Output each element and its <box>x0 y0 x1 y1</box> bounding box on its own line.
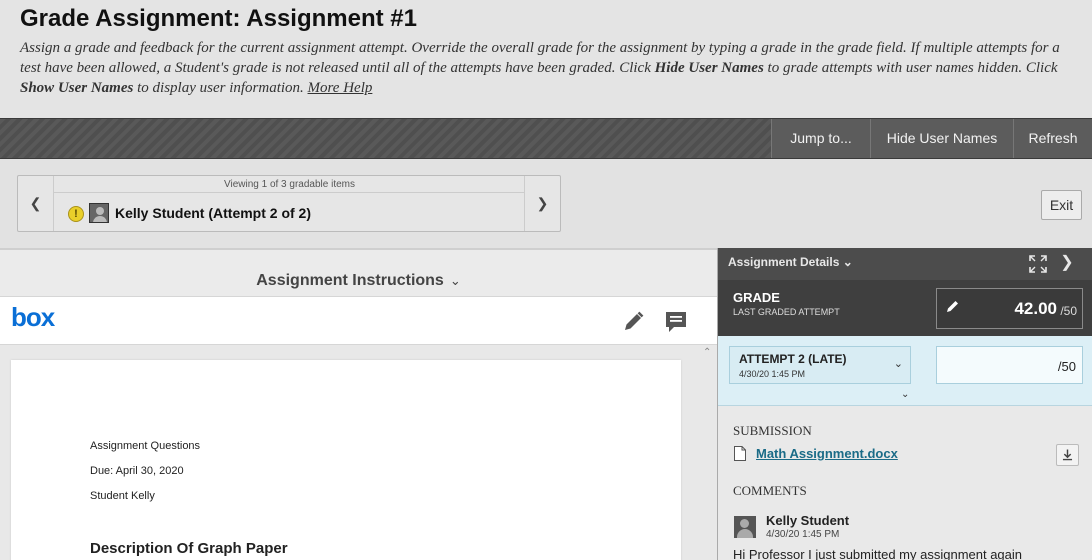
document-line: Due: April 30, 2020 <box>90 465 184 477</box>
description-text: to grade attempts with user names hidden… <box>763 60 1058 76</box>
needs-grading-icon: ! <box>68 206 84 222</box>
scroll-up-icon[interactable]: ⌃ <box>703 347 711 358</box>
chevron-right-icon: ❯ <box>536 195 549 211</box>
attempt-section: ATTEMPT 2 (LATE) 4/30/20 1:45 PM ⌄ /50 ⌄ <box>718 336 1092 406</box>
attempt-name: ATTEMPT 2 (LATE) <box>739 352 847 366</box>
jump-to-button[interactable]: Jump to... <box>771 119 870 158</box>
exit-button[interactable]: Exit <box>1041 190 1082 220</box>
document-scroll-area[interactable]: ⌃ Assignment Questions Due: April 30, 20… <box>0 345 717 560</box>
grade-value: 42.00 <box>1014 299 1057 318</box>
more-help-link[interactable]: More Help <box>308 80 373 96</box>
attempt-total: /50 <box>1057 359 1076 374</box>
document-line: Assignment Questions <box>90 440 201 452</box>
page-description: Assign a grade and feedback for the curr… <box>20 38 1080 98</box>
grade-label: GRADE <box>733 290 780 305</box>
details-header: Assignment Details ⌄ ❯ <box>718 248 1092 280</box>
document-line: Student Kelly <box>90 490 155 502</box>
expand-attempt-icon[interactable]: ⌄ <box>901 389 909 400</box>
commenter-avatar <box>734 516 756 538</box>
gradable-items-count: Viewing 1 of 3 gradable items <box>223 179 355 190</box>
comment-icon[interactable] <box>663 309 689 335</box>
submission-file-link[interactable]: Math Assignment.docx <box>756 446 898 461</box>
page-header: Grade Assignment: Assignment #1 Assign a… <box>0 0 1092 118</box>
attempt-selector[interactable]: ATTEMPT 2 (LATE) 4/30/20 1:45 PM ⌄ <box>729 346 911 384</box>
document-page: Assignment Questions Due: April 30, 2020… <box>11 360 681 560</box>
chevron-down-icon: ⌄ <box>449 273 461 288</box>
attempt-grade-input[interactable]: /50 <box>936 346 1083 384</box>
student-avatar <box>89 203 109 223</box>
description-hide-names: Hide User Names <box>654 60 764 76</box>
collapse-panel-icon[interactable]: ❯ <box>1058 253 1076 273</box>
student-navigator: ❮ Viewing 1 of 3 gradable items ! Kelly … <box>17 175 561 232</box>
previous-student-button[interactable]: ❮ <box>18 176 54 231</box>
refresh-button[interactable]: Refresh <box>1013 119 1092 158</box>
grade-section: GRADE LAST GRADED ATTEMPT 42.00 /50 <box>718 280 1092 336</box>
description-text: to display user information. <box>133 80 308 96</box>
instructions-label: Assignment Instructions <box>256 272 444 289</box>
grade-total: /50 <box>1060 304 1077 318</box>
viewer-toolbar: box <box>0 296 717 345</box>
assignment-instructions-toggle[interactable]: Assignment Instructions ⌄ <box>0 266 717 296</box>
next-student-button[interactable]: ❯ <box>524 176 560 231</box>
expand-icon[interactable] <box>1028 254 1048 274</box>
pencil-icon[interactable] <box>945 298 961 314</box>
comments-label: COMMENTS <box>733 483 807 498</box>
assignment-details-panel: Assignment Details ⌄ ❯ GRADE LAST GRADED… <box>717 248 1092 560</box>
submission-label: SUBMISSION <box>733 423 812 438</box>
document-panel: Assignment Instructions ⌄ box ⌃ Assignmen… <box>0 248 717 560</box>
download-icon[interactable] <box>1056 444 1079 466</box>
page-title: Grade Assignment: Assignment #1 <box>20 5 417 32</box>
overall-grade-field[interactable]: 42.00 /50 <box>936 288 1083 329</box>
comment-date: 4/30/20 1:45 PM <box>766 529 840 540</box>
navigator-divider <box>54 192 525 193</box>
action-toolbar: Jump to... Hide User Names Refresh <box>0 118 1092 159</box>
navigator-center: Viewing 1 of 3 gradable items ! Kelly St… <box>54 176 525 231</box>
assignment-details-toggle[interactable]: Assignment Details ⌄ <box>728 255 853 269</box>
document-heading: Description Of Graph Paper <box>90 540 288 557</box>
chevron-down-icon: ⌄ <box>842 255 853 269</box>
document-file-icon <box>734 446 746 461</box>
student-attempt-label[interactable]: Kelly Student (Attempt 2 of 2) <box>115 205 311 221</box>
chevron-left-icon: ❮ <box>29 195 42 211</box>
attempt-date: 4/30/20 1:45 PM <box>739 369 806 379</box>
description-show-names: Show User Names <box>20 80 134 96</box>
pencil-icon[interactable] <box>620 309 646 335</box>
chevron-down-icon: ⌄ <box>893 358 903 370</box>
comment-text: Hi Professor I just submitted my assignm… <box>733 547 1023 560</box>
details-title: Assignment Details <box>728 255 840 269</box>
box-logo: box <box>11 302 55 332</box>
hide-user-names-button[interactable]: Hide User Names <box>870 119 1013 158</box>
comment-author: Kelly Student <box>766 513 850 528</box>
grade-sublabel: LAST GRADED ATTEMPT <box>733 307 840 317</box>
